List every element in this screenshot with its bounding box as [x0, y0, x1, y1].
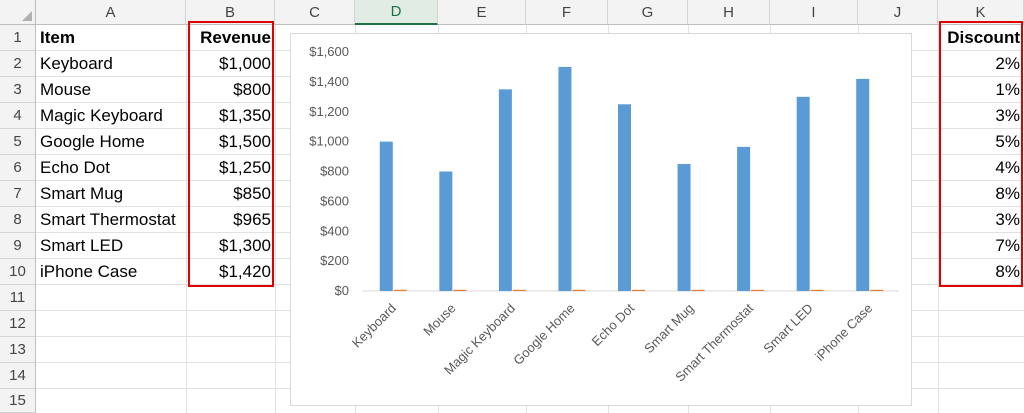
- discount-bar[interactable]: [870, 289, 884, 291]
- cell-item[interactable]: Echo Dot: [36, 155, 186, 181]
- discount-bar[interactable]: [751, 289, 765, 291]
- y-tick-label: $200: [320, 253, 349, 268]
- x-tick-label: Echo Dot: [589, 300, 638, 349]
- row-header-11[interactable]: 11: [0, 285, 36, 311]
- discount-bar[interactable]: [691, 289, 705, 291]
- x-tick-label: Smart Mug: [641, 301, 697, 357]
- y-tick-label: $400: [320, 223, 349, 238]
- row-header-1[interactable]: 1: [0, 25, 36, 51]
- revenue-bar[interactable]: [677, 164, 691, 291]
- revenue-bar[interactable]: [558, 66, 572, 291]
- row-header-3[interactable]: 3: [0, 77, 36, 103]
- revenue-bar[interactable]: [737, 146, 751, 291]
- y-tick-label: $1,400: [309, 74, 349, 89]
- discount-bar[interactable]: [810, 289, 824, 291]
- x-tick-label: Smart LED: [760, 301, 816, 357]
- column-header-f[interactable]: F: [526, 0, 608, 25]
- column-header-c[interactable]: C: [275, 0, 355, 25]
- discount-bar[interactable]: [572, 289, 586, 291]
- row-header-6[interactable]: 6: [0, 155, 36, 181]
- column-header-a[interactable]: A: [36, 0, 186, 25]
- y-tick-label: $1,200: [309, 104, 349, 119]
- x-tick-label: Mouse: [420, 301, 458, 339]
- row-header-14[interactable]: 14: [0, 363, 36, 389]
- y-tick-label: $1,000: [309, 134, 349, 149]
- row-header-15[interactable]: 15: [0, 389, 36, 413]
- column-header-i[interactable]: I: [770, 0, 858, 25]
- row-header-5[interactable]: 5: [0, 129, 36, 155]
- x-tick-label: iPhone Case: [812, 301, 875, 364]
- cell-item[interactable]: Mouse: [36, 77, 186, 103]
- row-header-4[interactable]: 4: [0, 103, 36, 129]
- discount-bar[interactable]: [393, 289, 407, 291]
- cell-item[interactable]: iPhone Case: [36, 259, 186, 285]
- y-tick-label: $1,600: [309, 44, 349, 59]
- revenue-bar[interactable]: [498, 89, 512, 291]
- select-all-corner[interactable]: [0, 0, 36, 25]
- discount-bar[interactable]: [512, 289, 526, 291]
- row-header-10[interactable]: 10: [0, 259, 36, 285]
- column-header-h[interactable]: H: [688, 0, 770, 25]
- gridline: [275, 25, 276, 413]
- column-header-e[interactable]: E: [438, 0, 526, 25]
- revenue-column-highlight: [188, 21, 274, 287]
- chart-plot-area: $0 $200 $400 $600 $800 $1,000 $1,200 $1,400 $1,6…: [309, 44, 899, 385]
- revenue-bar[interactable]: [618, 104, 631, 291]
- y-tick-label: $0: [335, 283, 349, 298]
- revenue-chart[interactable]: $0 $200 $400 $600 $800 $1,000 $1,200 $1,400 $1,6…: [290, 33, 912, 406]
- cell-item[interactable]: Magic Keyboard: [36, 103, 186, 129]
- discount-column-highlight: [939, 21, 1023, 287]
- row-header-8[interactable]: 8: [0, 207, 36, 233]
- row-header-2[interactable]: 2: [0, 51, 36, 77]
- cell-item[interactable]: Smart Thermostat: [36, 207, 186, 233]
- column-header-j[interactable]: J: [858, 0, 938, 25]
- revenue-bar[interactable]: [856, 78, 870, 291]
- row-header-7[interactable]: 7: [0, 181, 36, 207]
- discount-bar[interactable]: [453, 289, 467, 291]
- column-header-g[interactable]: G: [608, 0, 688, 25]
- y-tick-label: $800: [320, 164, 349, 179]
- y-tick-label: $600: [320, 193, 349, 208]
- x-tick-label: Google Home: [510, 301, 577, 368]
- revenue-bar[interactable]: [439, 171, 453, 292]
- cell-item[interactable]: Keyboard: [36, 51, 186, 77]
- row-header-13[interactable]: 13: [0, 337, 36, 363]
- revenue-bar[interactable]: [379, 141, 393, 291]
- spreadsheet[interactable]: A B C D E F G H I J K 1 2 3 4 5 6 7 8 9 …: [0, 0, 1024, 413]
- column-header-d[interactable]: D: [355, 0, 438, 25]
- discount-bar[interactable]: [632, 289, 645, 291]
- select-all-triangle-icon: [22, 11, 32, 21]
- cell-item[interactable]: Smart LED: [36, 233, 186, 259]
- row-header-12[interactable]: 12: [0, 311, 36, 337]
- revenue-bar[interactable]: [796, 96, 810, 291]
- row-header-9[interactable]: 9: [0, 233, 36, 259]
- cell-a1-item-header[interactable]: Item: [36, 25, 186, 51]
- cell-item[interactable]: Google Home: [36, 129, 186, 155]
- x-tick-label: Keyboard: [349, 301, 399, 351]
- cell-item[interactable]: Smart Mug: [36, 181, 186, 207]
